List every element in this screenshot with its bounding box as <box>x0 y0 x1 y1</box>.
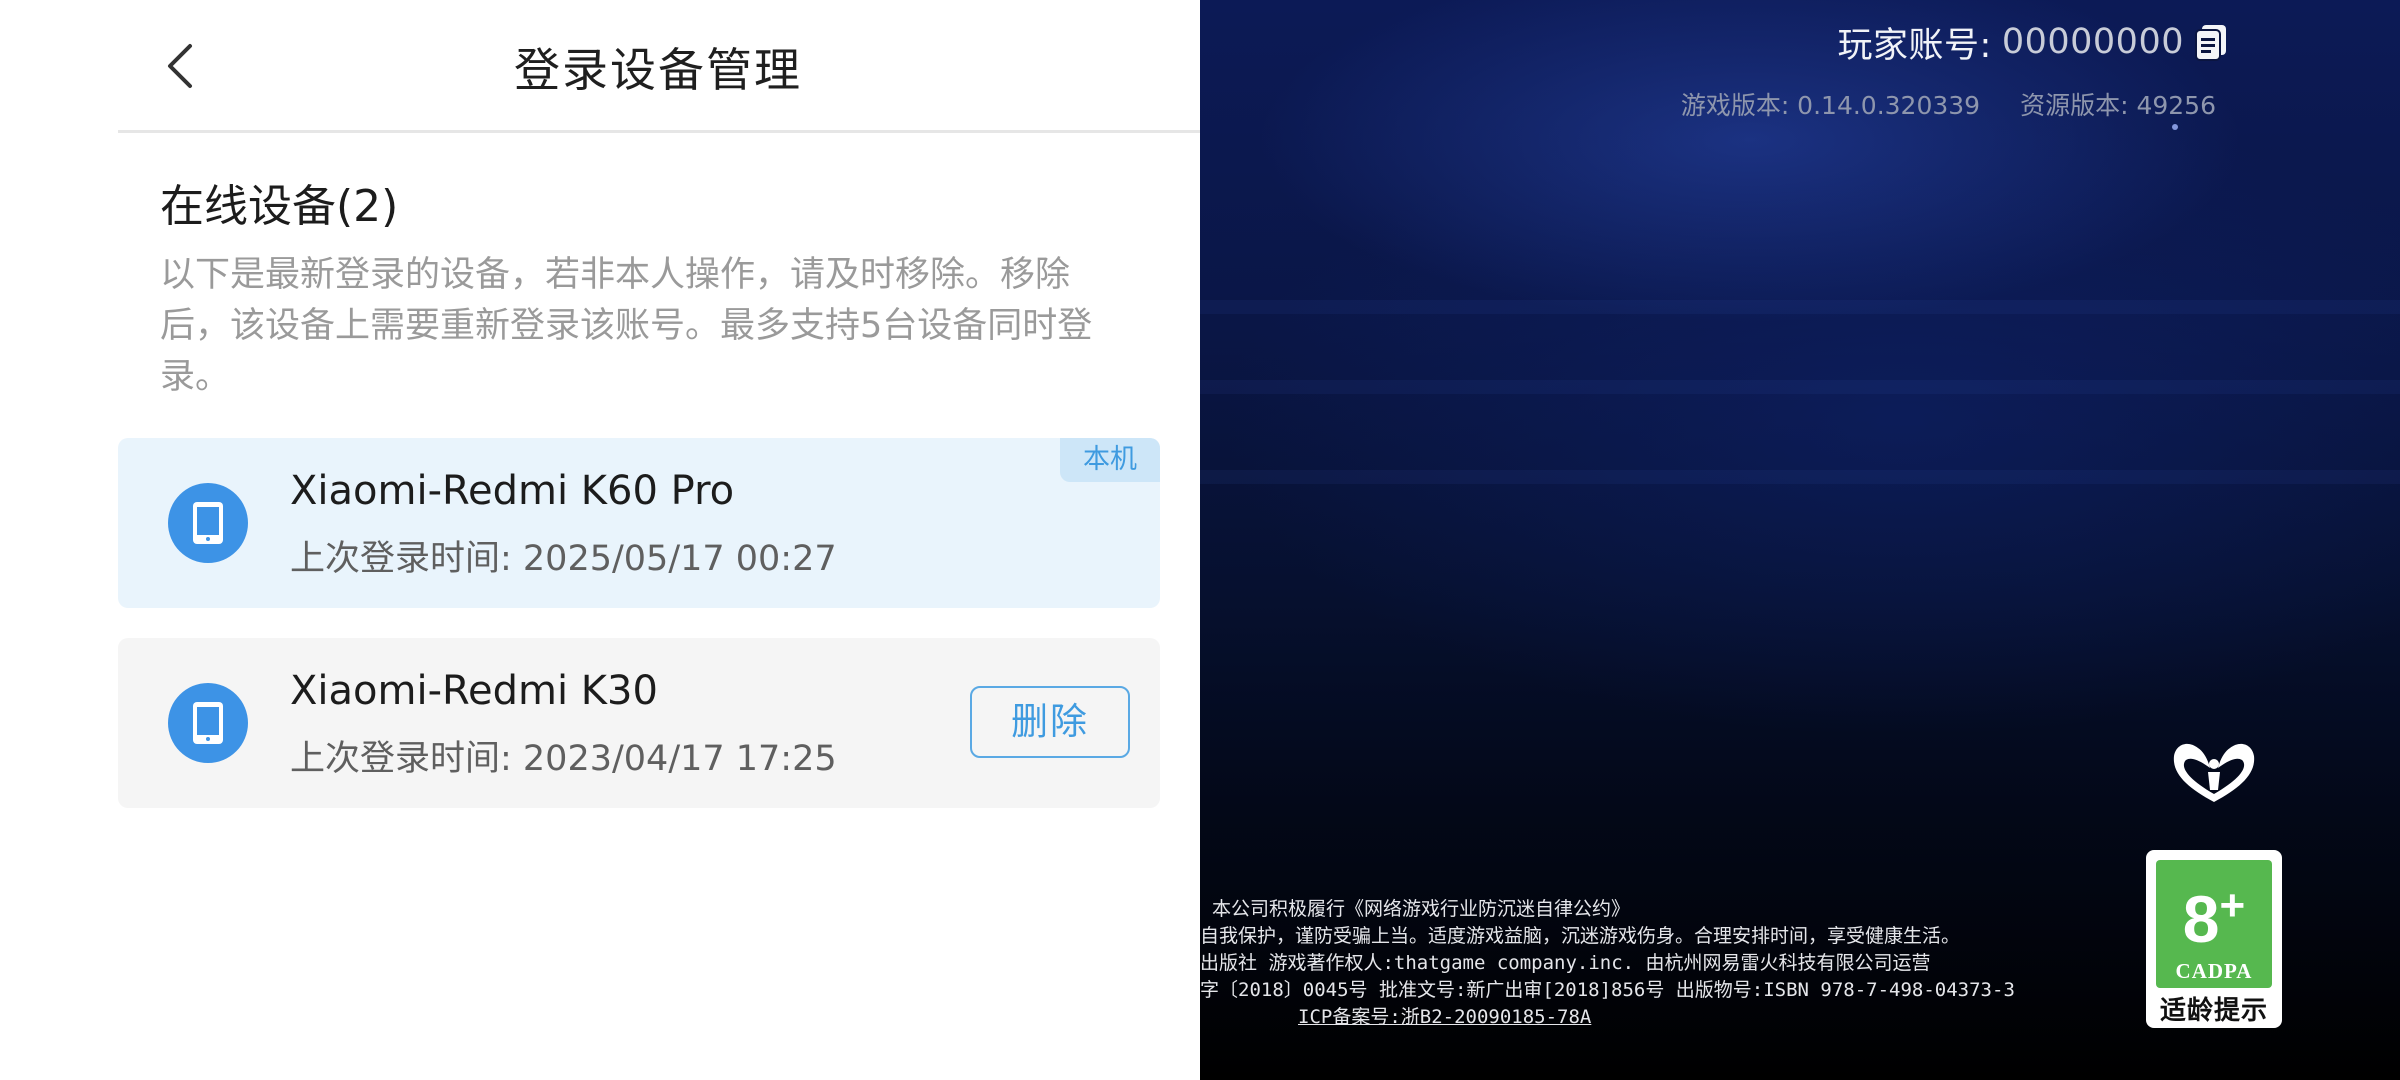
delete-device-button[interactable]: 删除 <box>970 686 1130 758</box>
family-protection-icon[interactable] <box>2168 738 2260 806</box>
divider <box>118 130 1200 133</box>
age-number: 8+ <box>2182 881 2246 956</box>
device-card-current: Xiaomi-Redmi K60 Pro 上次登录时间: 2025/05/17 … <box>118 438 1160 608</box>
water-band <box>1200 300 2400 314</box>
this-device-badge: 本机 <box>1060 438 1160 482</box>
legal-line: 本公司积极履行《网络游戏行业防沉迷自律公约》 <box>1212 898 1631 920</box>
copy-icon[interactable] <box>2190 21 2232 63</box>
device-last-login: 上次登录时间: 2023/04/17 17:25 <box>290 739 837 779</box>
section-description: 以下是最新登录的设备，若非本人操作，请及时移除。移除后，该设备上需要重新登录该账… <box>160 255 1093 397</box>
section-title: 在线设备(2) <box>160 181 399 232</box>
water-band <box>1200 380 2400 394</box>
icp-link[interactable]: ICP备案号:浙B2-20090185-78A <box>1200 1004 2100 1031</box>
device-card: Xiaomi-Redmi K30 上次登录时间: 2023/04/17 17:2… <box>118 638 1160 808</box>
device-name: Xiaomi-Redmi K30 <box>290 668 658 714</box>
header: 登录设备管理 <box>0 0 1200 130</box>
age-rating-badge[interactable]: 8+ CADPA 适龄提示 <box>2146 850 2282 1028</box>
phone-icon <box>168 683 248 763</box>
device-name: Xiaomi-Redmi K60 Pro <box>290 468 735 514</box>
phone-icon <box>168 483 248 563</box>
legal-notice: 本公司积极履行《网络游戏行业防沉迷自律公约》 自我保护，谨防受骗上当。适度游戏益… <box>1200 896 2100 1031</box>
resource-version: 资源版本: 49256 <box>2020 91 2216 120</box>
device-last-login: 上次登录时间: 2025/05/17 00:27 <box>290 539 837 579</box>
water-band <box>1200 470 2400 484</box>
age-hint: 适龄提示 <box>2159 996 2268 1026</box>
legal-line: 自我保护，谨防受骗上当。适度游戏益脑，沉迷游戏伤身。合理安排时间，享受健康生活。 <box>1200 925 1961 947</box>
sparkle-dot <box>2172 124 2178 130</box>
version-info: 游戏版本: 0.14.0.320339 资源版本: 49256 <box>1681 86 2216 122</box>
game-version: 游戏版本: 0.14.0.320339 <box>1680 91 1981 120</box>
legal-line: 字〔2018〕0045号 批准文号:新广出审[2018]856号 出版物号:IS… <box>1200 979 2015 1001</box>
player-id: 玩家账号: 00000000 <box>1838 18 2232 66</box>
player-id-value: 00000000 <box>2001 22 2184 62</box>
cadpa-label: CADPA <box>2175 959 2253 983</box>
player-id-label: 玩家账号: <box>1837 25 1992 66</box>
device-management-panel: 登录设备管理 在线设备(2) 以下是最新登录的设备，若非本人操作，请及时移除。移… <box>0 0 1200 1080</box>
page-title: 登录设备管理 <box>514 43 802 97</box>
legal-line: 出版社 游戏著作权人:thatgame company.inc. 由杭州网易雷火… <box>1200 952 1931 974</box>
age-rating-box: 8+ CADPA <box>2156 860 2272 988</box>
